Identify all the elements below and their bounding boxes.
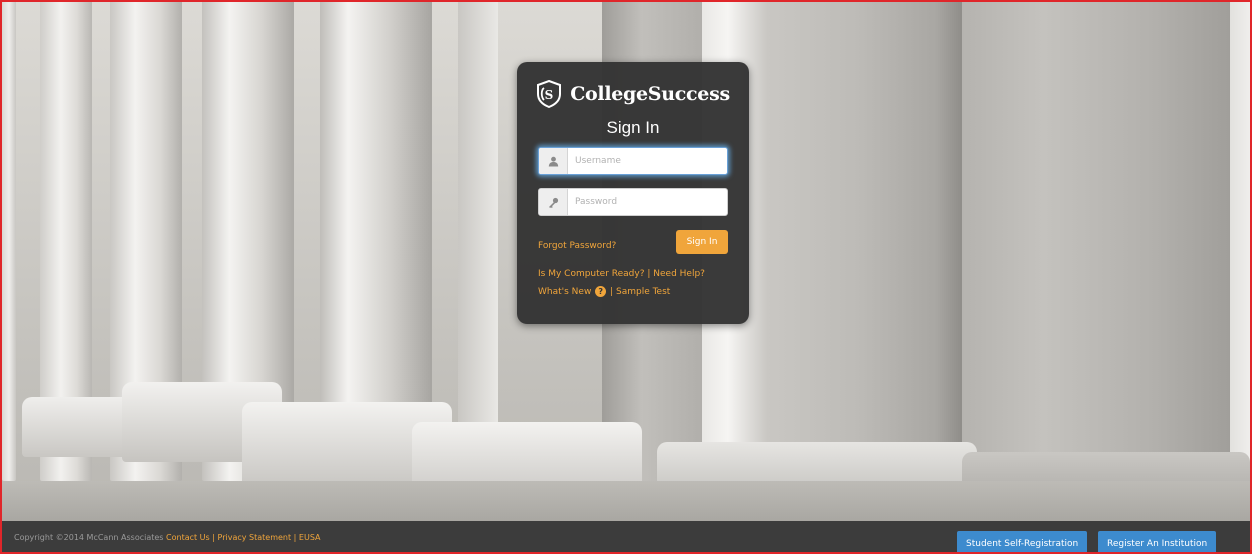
svg-text:S: S bbox=[545, 88, 554, 102]
sample-test-link[interactable]: Sample Test bbox=[616, 287, 670, 297]
footer-separator: | bbox=[212, 533, 215, 542]
info-links-row: What's New ? | Sample Test bbox=[538, 286, 670, 297]
privacy-statement-link[interactable]: Privacy Statement bbox=[218, 533, 292, 542]
column bbox=[1230, 2, 1250, 481]
computer-ready-link[interactable]: Is My Computer Ready? bbox=[538, 269, 644, 279]
footer: Copyright ©2014 McCann Associates Contac… bbox=[2, 521, 1250, 552]
username-field[interactable] bbox=[538, 147, 728, 175]
sign-in-button[interactable]: Sign In bbox=[676, 230, 728, 254]
link-separator: | bbox=[647, 269, 651, 279]
password-input[interactable] bbox=[575, 189, 723, 215]
username-input[interactable] bbox=[575, 148, 723, 174]
column bbox=[458, 2, 498, 481]
need-help-link[interactable]: Need Help? bbox=[653, 269, 705, 279]
contact-us-link[interactable]: Contact Us bbox=[166, 533, 210, 542]
footer-links: Copyright ©2014 McCann Associates Contac… bbox=[14, 533, 321, 542]
password-field[interactable] bbox=[538, 188, 728, 216]
user-icon bbox=[539, 148, 568, 174]
page-frame: S CollegeSuccess Sign In Username Forgot… bbox=[0, 0, 1252, 554]
column bbox=[2, 2, 16, 481]
column bbox=[962, 2, 1232, 481]
eusa-link[interactable]: EUSA bbox=[299, 533, 321, 542]
forgot-password-link[interactable]: Forgot Password? bbox=[538, 241, 616, 251]
question-circle-icon[interactable]: ? bbox=[595, 286, 607, 297]
link-separator: | bbox=[610, 287, 614, 297]
key-icon bbox=[539, 189, 568, 215]
student-self-registration-button[interactable]: Student Self-Registration bbox=[957, 531, 1088, 552]
register-institution-button[interactable]: Register An Institution bbox=[1098, 531, 1217, 552]
footer-separator: | bbox=[293, 533, 297, 542]
login-card: S CollegeSuccess Sign In Username Forgot… bbox=[517, 62, 749, 324]
ground bbox=[2, 481, 1250, 521]
brand-logo: S CollegeSuccess bbox=[517, 80, 749, 110]
copyright-text: Copyright ©2014 McCann Associates bbox=[14, 533, 164, 542]
help-links-row: Is My Computer Ready? | Need Help? bbox=[538, 269, 705, 279]
cs-shield-icon: S bbox=[537, 80, 562, 108]
signin-heading: Sign In bbox=[606, 118, 660, 137]
brand-name: CollegeSuccess bbox=[570, 83, 730, 105]
whats-new-link[interactable]: What's New bbox=[538, 287, 591, 297]
